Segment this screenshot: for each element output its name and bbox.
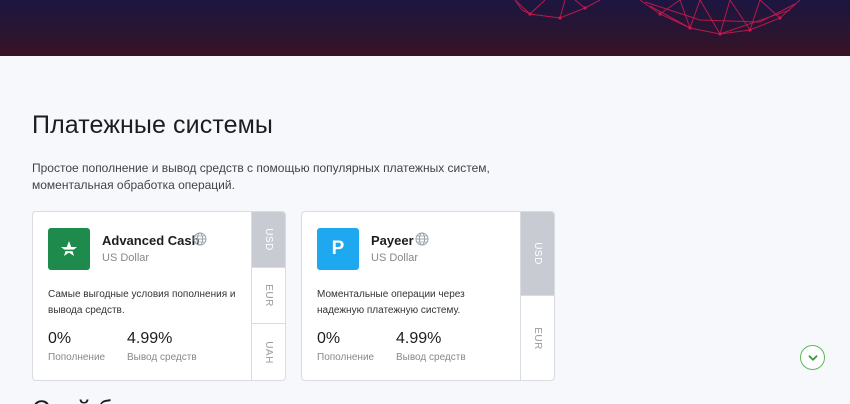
advanced-cash-star-icon	[61, 241, 77, 256]
payment-name: Advanced Cash	[102, 233, 200, 248]
scroll-down-button[interactable]	[800, 345, 825, 370]
currency-tab-uah[interactable]: UAH	[252, 324, 285, 380]
section-title: Платежные системы	[32, 111, 273, 139]
payeer-logo: P	[317, 228, 359, 270]
payment-currency: US Dollar	[371, 252, 419, 264]
advanced-cash-logo	[48, 228, 90, 270]
hero-decoration	[514, 0, 801, 36]
payment-currency: US Dollar	[102, 252, 150, 264]
withdraw-label: Вывод средств	[396, 352, 466, 363]
payment-description: Самые выгодные условия пополнения и выво…	[48, 289, 236, 316]
deposit-fee: 0%	[48, 330, 72, 347]
withdraw-fee: 4.99%	[127, 330, 173, 347]
globe-icon	[415, 232, 429, 246]
deposit-fee: 0%	[317, 330, 341, 347]
chevron-down-icon	[808, 354, 817, 361]
currency-tab-usd[interactable]: USD	[252, 212, 285, 268]
payment-card-advanced-cash[interactable]: Advanced Cash US Dollar Самые выгодные у…	[32, 211, 286, 381]
deposit-label: Пополнение	[317, 352, 375, 363]
section-description: Простое пополнение и вывод средств с пом…	[32, 161, 490, 192]
withdraw-label: Вывод средств	[127, 352, 197, 363]
globe-icon	[193, 232, 207, 246]
hero-banner	[0, 0, 850, 56]
payment-card-payeer[interactable]: P Payeer US Dollar Моментальные операции…	[301, 211, 555, 381]
payment-systems-section: Платежные системы Простое пополнение и в…	[0, 56, 850, 404]
payment-description: Моментальные операции через надежную пла…	[317, 289, 465, 316]
currency-tabs: USD EUR	[520, 212, 554, 380]
currency-tabs: USD EUR UAH	[251, 212, 285, 380]
deposit-label: Пополнение	[48, 352, 106, 363]
next-section-title: Свой бизнес	[32, 396, 178, 404]
currency-tab-eur[interactable]: EUR	[252, 268, 285, 324]
currency-tab-eur[interactable]: EUR	[521, 296, 554, 380]
payment-name: Payeer	[371, 233, 414, 248]
currency-tab-usd[interactable]: USD	[521, 212, 554, 296]
withdraw-fee: 4.99%	[396, 330, 442, 347]
